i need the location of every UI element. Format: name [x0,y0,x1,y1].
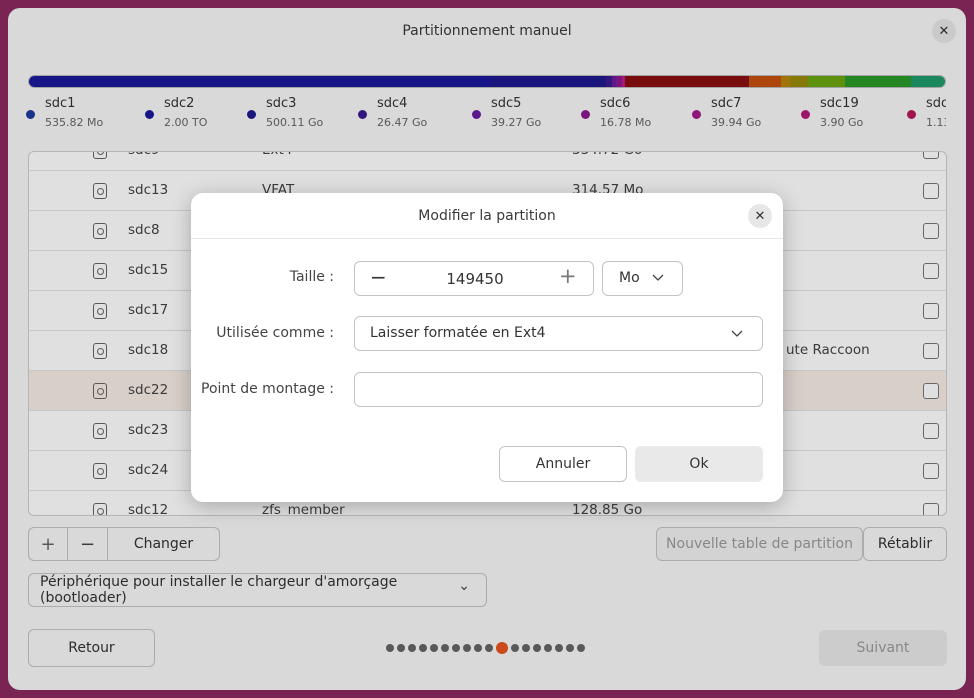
increment-button[interactable]: + [559,264,577,288]
cancel-button[interactable]: Annuler [499,446,627,482]
mount-point-input[interactable] [354,372,763,407]
used-as-select[interactable]: Laisser formatée en Ext4 [354,316,763,351]
edit-partition-dialog: Modifier la partition ✕ Taille : − 14945… [191,193,783,502]
mount-point-label: Point de montage : [201,381,334,397]
ok-button[interactable]: Ok [635,446,763,482]
unit-value: Mo [619,270,640,286]
used-as-label: Utilisée comme : [216,325,334,341]
close-icon: ✕ [754,208,766,224]
unit-select[interactable]: Mo [602,261,683,296]
size-stepper: − 149450 + [354,261,594,296]
dialog-title: Modifier la partition [418,207,556,224]
ok-label: Ok [689,456,709,472]
size-label: Taille : [289,269,334,285]
chevron-down-icon [731,330,743,337]
dialog-close-button[interactable]: ✕ [748,204,772,228]
used-as-value: Laisser formatée en Ext4 [370,325,546,341]
dialog-titlebar: Modifier la partition [191,193,783,239]
chevron-down-icon [652,274,664,281]
cancel-label: Annuler [535,456,591,472]
plus-icon: + [559,264,577,288]
